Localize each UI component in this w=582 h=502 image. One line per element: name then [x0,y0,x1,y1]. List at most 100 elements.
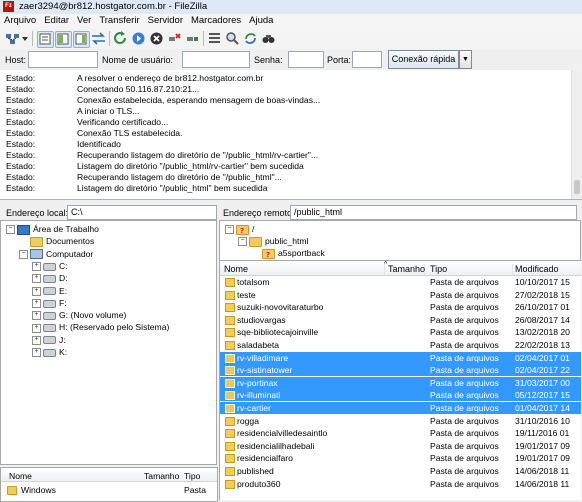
local-file-row[interactable]: Windows Pasta [1,484,217,496]
host-input[interactable] [28,51,98,68]
toggle-local-tree-icon[interactable] [55,31,72,48]
tree-node[interactable]: + C: [32,261,68,272]
tree-node[interactable]: − Computador [19,249,93,260]
file-modified: 01/04/2017 14 [515,403,570,413]
file-name: saladabeta [237,340,280,350]
title-bar: Fz zaer3294@br812.hostgator.com.br - Fil… [0,0,582,15]
file-row[interactable]: rv-cartier Pasta de arquivos 01/04/2017 14 [220,402,581,414]
menu-ver[interactable]: Ver [73,14,95,26]
file-row[interactable]: suzuki-novovitaraturbo Pasta de arquivos 2… [220,301,581,313]
file-row[interactable]: rv-portinax Pasta de arquivos 31/03/2017 0… [220,376,581,389]
quickconnect-bar: Host: Nome de usuário: Senha: Porta: Con… [0,49,582,71]
expand-icon[interactable]: + [32,348,41,358]
compare-icon[interactable] [225,31,240,46]
file-row[interactable]: teste Pasta de arquivos 27/02/2018 15 [220,289,581,301]
cancel-icon[interactable] [149,31,164,46]
expand-icon[interactable]: + [32,311,41,321]
username-input[interactable] [182,51,250,68]
user-label: Nome de usuário: [102,55,174,65]
quickconnect-button[interactable]: Conexão rápida [388,50,459,69]
tree-node[interactable]: + J: [32,335,66,346]
local-col-size[interactable]: Tamanho [144,471,179,481]
tree-node[interactable]: + H: (Reservado pelo Sistema) [32,322,169,333]
collapse-icon[interactable]: − [225,225,234,235]
filter-icon[interactable] [207,31,222,46]
disconnect-icon[interactable] [167,31,182,46]
file-row[interactable]: rv-villadimare Pasta de arquivos 02/04/201… [220,351,581,364]
tree-node[interactable]: − public_html [238,236,308,247]
local-path-input[interactable]: C:\ [67,205,217,220]
menu-marcadores[interactable]: Marcadores [187,14,245,26]
tree-node-label: G: (Novo volume) [59,310,127,321]
expand-icon[interactable]: + [32,274,41,284]
file-type: Pasta de arquivos [430,403,499,413]
file-row[interactable]: rv-sistinatower Pasta de arquivos 02/04/20… [220,364,581,377]
file-row[interactable]: studiovargas Pasta de arquivos 26/08/2017 … [220,314,581,326]
password-input[interactable] [288,51,324,68]
collapse-icon[interactable]: − [238,237,247,247]
tree-node[interactable]: ? a5sportback [251,248,325,259]
col-size-header[interactable]: Tamanho [388,264,425,275]
tree-node[interactable]: − Área de Trabalho [6,224,99,235]
log-scrollbar[interactable] [571,70,582,199]
toggle-remote-tree-icon[interactable] [73,31,90,48]
expand-icon[interactable]: + [32,323,41,333]
process-queue-icon[interactable] [131,31,146,46]
col-type-header[interactable]: Tipo [430,264,513,275]
remote-path-label: Endereço remoto: [223,208,295,218]
quickconnect-dropdown-icon[interactable]: ▼ [459,50,472,69]
menu-arquivo[interactable]: Arquivo [0,14,40,26]
expand-icon[interactable]: + [32,286,41,296]
sync-browse-icon[interactable] [243,31,258,46]
menu-ajuda[interactable]: Ajuda [245,14,277,26]
tree-node[interactable]: + K: [32,347,67,358]
menu-editar[interactable]: Editar [40,14,73,26]
port-input[interactable] [352,51,382,68]
refresh-icon[interactable] [113,31,128,46]
col-modified-header[interactable]: Modificado [515,264,577,275]
file-row[interactable]: published Pasta de arquivos 14/06/2018 11 [220,465,581,477]
dropdown-arrow-icon[interactable] [21,31,29,46]
menu-servidor[interactable]: Servidor [144,14,187,26]
tree-node[interactable]: + D: [32,273,68,284]
expand-icon[interactable]: + [32,262,41,272]
tree-node-label: F: [59,297,67,308]
tree-node[interactable]: −? / [225,224,254,235]
log-entry-status: Estado: [6,84,36,94]
local-col-name[interactable]: Nome [9,471,32,481]
collapse-icon[interactable]: − [19,249,28,259]
file-row[interactable]: rv-illuminati Pasta de arquivos 05/12/2017… [220,389,581,402]
tree-node-label: H: (Reservado pelo Sistema) [59,322,170,333]
file-row[interactable]: rogga Pasta de arquivos 31/10/2016 10 [220,415,581,427]
file-row[interactable]: sqe-bibliotecajoinville Pasta de arquivos… [220,326,581,338]
file-type: Pasta de arquivos [430,302,499,313]
expand-icon[interactable]: + [32,299,41,309]
local-col-type[interactable]: Tipo [184,471,200,481]
file-row[interactable]: produto360 Pasta de arquivos 14/06/2018 11 [220,478,581,490]
menu-transferir[interactable]: Transferir [95,14,143,26]
toggle-log-icon[interactable] [37,31,54,48]
tree-node[interactable]: Documentos [19,236,94,248]
file-row[interactable]: residencialfaro Pasta de arquivos 19/01/20… [220,452,581,464]
folder-icon [225,366,235,376]
drive-icon [43,336,56,345]
folder-icon [225,278,235,287]
file-row[interactable]: residencialvilledesaintlo Pasta de arquiv… [220,427,581,439]
file-row[interactable]: totalsom Pasta de arquivos 10/10/2017 15 [220,276,581,288]
tree-node[interactable]: + E: [32,286,67,297]
site-manager-icon[interactable] [5,31,20,46]
toggle-queue-icon[interactable] [91,31,106,46]
reconnect-icon[interactable] [185,31,200,46]
tree-node[interactable]: + F: [32,298,67,309]
tree-node-label: a5sportback [278,248,325,258]
search-icon[interactable] [261,31,276,46]
collapse-icon[interactable]: − [6,225,15,235]
file-row[interactable]: saladabeta Pasta de arquivos 22/02/2018 13 [220,339,581,351]
log-entry-message: Recuperando listagem do diretório de "/p… [77,150,319,160]
file-modified: 10/10/2017 15 [515,277,570,287]
expand-icon[interactable]: + [32,335,41,345]
remote-path-input[interactable]: /public_html [290,205,577,220]
tree-node[interactable]: + G: (Novo volume) [32,310,126,321]
file-row[interactable]: residencialilhadebali Pasta de arquivos 19… [220,440,581,452]
col-name-header[interactable]: Nome [224,264,385,275]
